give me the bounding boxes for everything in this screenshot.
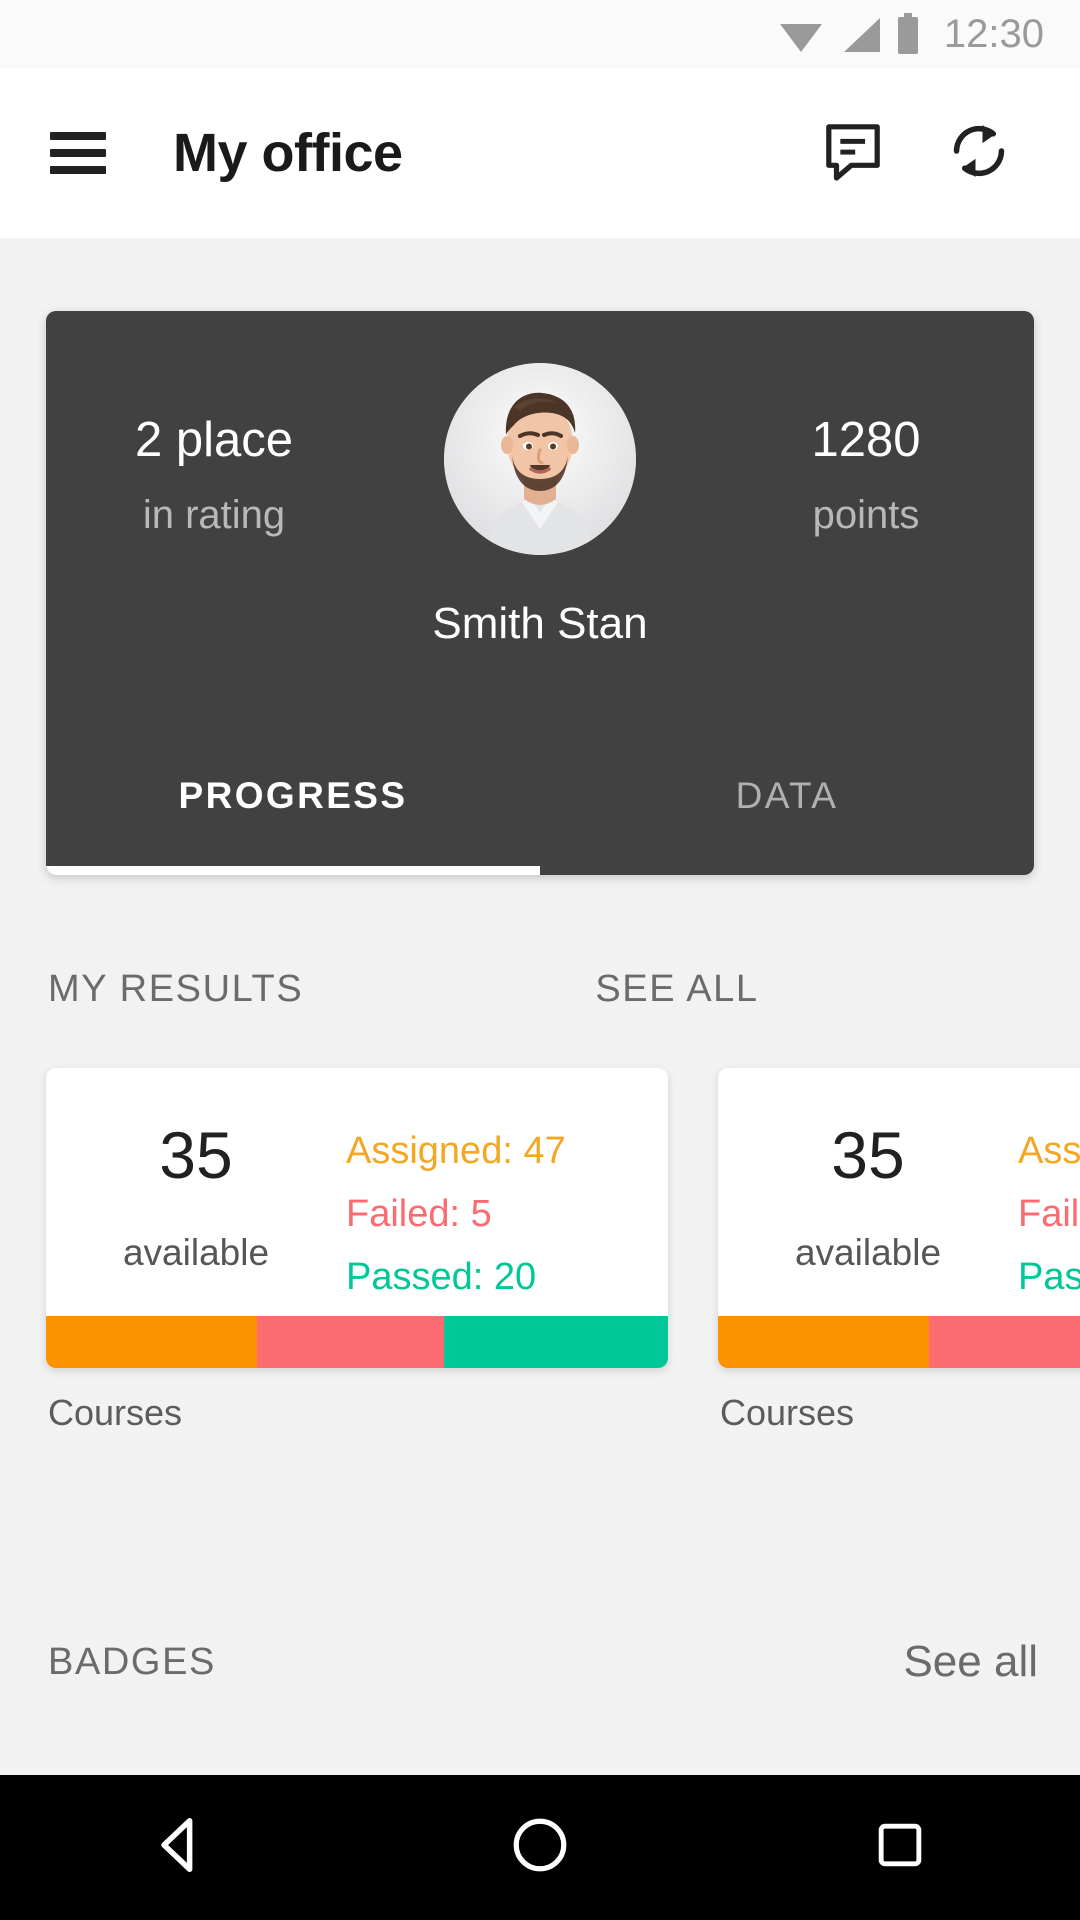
badges-section-header: BADGES See all [48, 1637, 1038, 1687]
profile-card: 2 place in rating 1280 points Smith Stan… [46, 311, 1034, 875]
app-bar: My office [0, 68, 1080, 238]
stat-failed: Failed: 5 [346, 1193, 492, 1236]
result-card[interactable]: 35 available Assigned: 47 Failed: 5 Pass… [46, 1068, 668, 1368]
result-card-count-block: 35 available [46, 1122, 346, 1274]
badges-see-all-link[interactable]: See all [903, 1637, 1038, 1687]
system-nav-bar [0, 1775, 1080, 1920]
points-label: points [812, 493, 920, 538]
tab-active-indicator [46, 866, 540, 875]
status-bar-time: 12:30 [943, 11, 1044, 56]
progress-segment-failed [929, 1316, 1080, 1368]
points-value: 1280 [811, 413, 921, 467]
result-card-body: 35 available Assigned: 47 Failed: 5 Pass… [718, 1068, 1080, 1316]
result-card-caption: Courses [720, 1392, 855, 1433]
badges-section-title: BADGES [48, 1640, 216, 1683]
user-name: Smith Stan [432, 599, 648, 648]
results-section-title: MY RESULTS [48, 968, 304, 1010]
stat-failed: Failed: 5 [1018, 1193, 1080, 1236]
tab-data[interactable]: DATA [540, 717, 1034, 875]
stat-assigned: Assigned: 47 [346, 1130, 566, 1172]
result-card-number: 35 [159, 1118, 233, 1192]
progress-segment-assigned [46, 1316, 258, 1368]
progress-segment-passed [444, 1316, 668, 1368]
app-bar-actions [820, 116, 1080, 191]
stat-passed: Passed: 20 [346, 1256, 537, 1299]
result-card-number: 35 [831, 1118, 905, 1192]
result-card-stats: Assigned: 47 Failed: 5 Passed: 20 [1018, 1128, 1080, 1317]
profile-card-top: 2 place in rating 1280 points Smith Stan [46, 311, 1034, 661]
app-screen: 12:30 My office 2 place in rating 1280 p… [0, 0, 1080, 1920]
user-avatar-photo[interactable] [444, 363, 636, 555]
result-card-progress-bar [718, 1316, 1080, 1368]
result-card[interactable]: 35 available Assigned: 47 Failed: 5 Pass… [718, 1068, 1080, 1368]
result-card-progress-bar [46, 1316, 668, 1368]
progress-segment-failed [257, 1316, 445, 1368]
profile-card-tabs: PROGRESS DATA [46, 717, 1034, 875]
result-card-number-label: available [122, 1232, 270, 1273]
page-title: My office [173, 123, 403, 183]
tab-progress[interactable]: PROGRESS [46, 717, 540, 875]
results-cards-row[interactable]: 35 available Assigned: 47 Failed: 5 Pass… [0, 1068, 1080, 1458]
result-card-body: 35 available Assigned: 47 Failed: 5 Pass… [46, 1068, 668, 1316]
stat-assigned: Assigned: 47 [1018, 1130, 1080, 1172]
progress-segment-assigned [718, 1316, 930, 1368]
status-bar: 12:30 [0, 0, 1080, 68]
wifi-icon [778, 14, 824, 54]
result-card-caption: Courses [48, 1392, 183, 1433]
recents-square-icon [871, 1816, 929, 1879]
results-section-header: MY RESULTS SEE ALL [48, 968, 1038, 1011]
rank-value: 2 place [134, 413, 293, 467]
nav-home-button[interactable] [470, 1775, 610, 1920]
result-card-number-label: available [794, 1232, 942, 1273]
home-circle-icon [509, 1814, 571, 1881]
nav-recents-button[interactable] [830, 1775, 970, 1920]
back-triangle-icon [147, 1812, 213, 1883]
hamburger-menu-icon[interactable] [50, 132, 106, 174]
sync-icon[interactable] [944, 116, 1014, 191]
rank-label: in rating [142, 493, 286, 538]
rank-block: 2 place in rating [46, 413, 382, 538]
results-see-all-link[interactable]: SEE ALL [595, 968, 758, 1011]
battery-icon [896, 13, 920, 55]
points-block: 1280 points [698, 413, 1034, 538]
cellular-signal-icon [838, 14, 882, 54]
result-card-stats: Assigned: 47 Failed: 5 Passed: 20 [346, 1128, 646, 1317]
stat-passed: Passed: 20 [1018, 1256, 1080, 1299]
nav-back-button[interactable] [110, 1775, 250, 1920]
message-icon[interactable] [820, 118, 886, 189]
result-card-count-block: 35 available [718, 1122, 1018, 1274]
